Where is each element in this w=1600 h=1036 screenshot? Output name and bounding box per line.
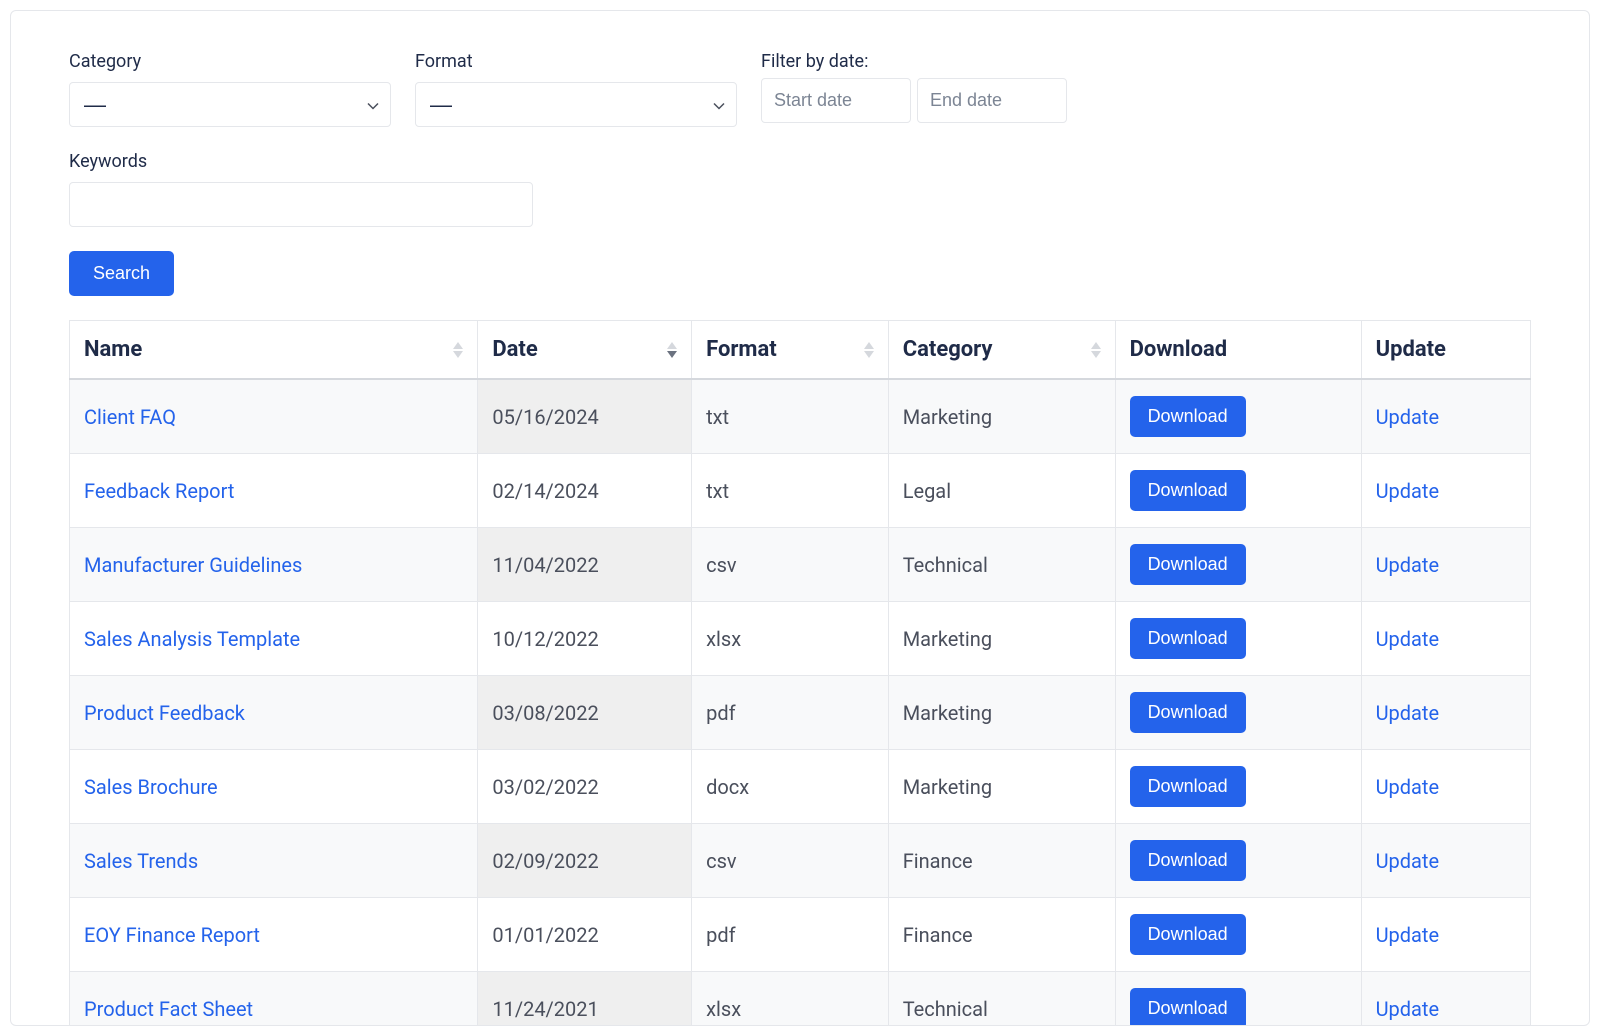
keywords-label: Keywords (69, 151, 533, 172)
document-format: txt (692, 454, 889, 528)
update-link[interactable]: Update (1376, 701, 1440, 725)
document-name-link[interactable]: Sales Brochure (84, 775, 218, 799)
table-row: Client FAQ 05/16/2024txtMarketing Download… (70, 379, 1531, 454)
download-button[interactable]: Download (1130, 470, 1246, 511)
table-row: Sales Analysis Template 10/12/2022xlsxMar… (70, 602, 1531, 676)
col-header-format[interactable]: Format (692, 321, 889, 380)
table-row: Manufacturer Guidelines 11/04/2022csvTech… (70, 528, 1531, 602)
document-date: 01/01/2022 (478, 898, 692, 972)
col-header-category-text: Category (903, 337, 993, 362)
table-row: Sales Trends 02/09/2022csvFinance Download… (70, 824, 1531, 898)
document-category: Legal (888, 454, 1115, 528)
search-button[interactable]: Search (69, 251, 174, 296)
col-header-date-text: Date (492, 337, 537, 362)
col-header-name-text: Name (84, 337, 142, 362)
table-row: Product Feedback 03/08/2022pdfMarketing Do… (70, 676, 1531, 750)
document-name-link[interactable]: Manufacturer Guidelines (84, 553, 302, 577)
col-header-update: Update (1361, 321, 1530, 380)
col-header-download: Download (1115, 321, 1361, 380)
document-date: 02/09/2022 (478, 824, 692, 898)
document-format: txt (692, 379, 889, 454)
document-name-link[interactable]: Product Feedback (84, 701, 245, 725)
col-header-name[interactable]: Name (70, 321, 478, 380)
document-date: 02/14/2024 (478, 454, 692, 528)
format-label: Format (415, 51, 737, 72)
document-name-link[interactable]: Feedback Report (84, 479, 234, 503)
document-category: Marketing (888, 750, 1115, 824)
document-category: Technical (888, 528, 1115, 602)
sort-icon (864, 342, 874, 358)
document-format: pdf (692, 898, 889, 972)
document-format: docx (692, 750, 889, 824)
document-category: Marketing (888, 602, 1115, 676)
download-button[interactable]: Download (1130, 618, 1246, 659)
document-category: Finance (888, 898, 1115, 972)
start-date-input[interactable] (761, 78, 911, 123)
download-button[interactable]: Download (1130, 692, 1246, 733)
download-button[interactable]: Download (1130, 544, 1246, 585)
update-link[interactable]: Update (1376, 849, 1440, 873)
update-link[interactable]: Update (1376, 923, 1440, 947)
download-button[interactable]: Download (1130, 914, 1246, 955)
sort-icon (1091, 342, 1101, 358)
document-category: Marketing (888, 676, 1115, 750)
update-link[interactable]: Update (1376, 775, 1440, 799)
document-format: xlsx (692, 972, 889, 1027)
category-label: Category (69, 51, 391, 72)
update-link[interactable]: Update (1376, 405, 1440, 429)
document-name-link[interactable]: Product Fact Sheet (84, 997, 253, 1021)
table-row: Feedback Report 02/14/2024txtLegal Downloa… (70, 454, 1531, 528)
sort-icon (453, 342, 463, 358)
keywords-input[interactable] (69, 182, 533, 227)
col-header-date[interactable]: Date (478, 321, 692, 380)
col-header-format-text: Format (706, 337, 777, 362)
document-date: 03/02/2022 (478, 750, 692, 824)
table-row: Product Fact Sheet 11/24/2021xlsxTechnica… (70, 972, 1531, 1027)
table-row: Sales Brochure 03/02/2022docxMarketing Dow… (70, 750, 1531, 824)
end-date-input[interactable] (917, 78, 1067, 123)
download-button[interactable]: Download (1130, 988, 1246, 1026)
document-format: pdf (692, 676, 889, 750)
update-link[interactable]: Update (1376, 627, 1440, 651)
document-format: xlsx (692, 602, 889, 676)
documents-table: Name Date Format (69, 320, 1531, 1026)
document-name-link[interactable]: EOY Finance Report (84, 923, 260, 947)
format-select[interactable]: — (415, 82, 737, 127)
update-link[interactable]: Update (1376, 997, 1440, 1021)
document-date: 10/12/2022 (478, 602, 692, 676)
document-name-link[interactable]: Sales Trends (84, 849, 198, 873)
date-filter-label: Filter by date: (761, 51, 1067, 72)
document-category: Technical (888, 972, 1115, 1027)
document-category: Marketing (888, 379, 1115, 454)
document-date: 05/16/2024 (478, 379, 692, 454)
document-category: Finance (888, 824, 1115, 898)
document-date: 03/08/2022 (478, 676, 692, 750)
category-select[interactable]: — (69, 82, 391, 127)
document-format: csv (692, 824, 889, 898)
update-link[interactable]: Update (1376, 479, 1440, 503)
download-button[interactable]: Download (1130, 766, 1246, 807)
download-button[interactable]: Download (1130, 396, 1246, 437)
col-header-category[interactable]: Category (888, 321, 1115, 380)
sort-icon (667, 342, 677, 358)
update-link[interactable]: Update (1376, 553, 1440, 577)
document-date: 11/04/2022 (478, 528, 692, 602)
document-name-link[interactable]: Client FAQ (84, 405, 176, 429)
download-button[interactable]: Download (1130, 840, 1246, 881)
document-date: 11/24/2021 (478, 972, 692, 1027)
table-row: EOY Finance Report 01/01/2022pdfFinance Do… (70, 898, 1531, 972)
document-name-link[interactable]: Sales Analysis Template (84, 627, 300, 651)
document-format: csv (692, 528, 889, 602)
